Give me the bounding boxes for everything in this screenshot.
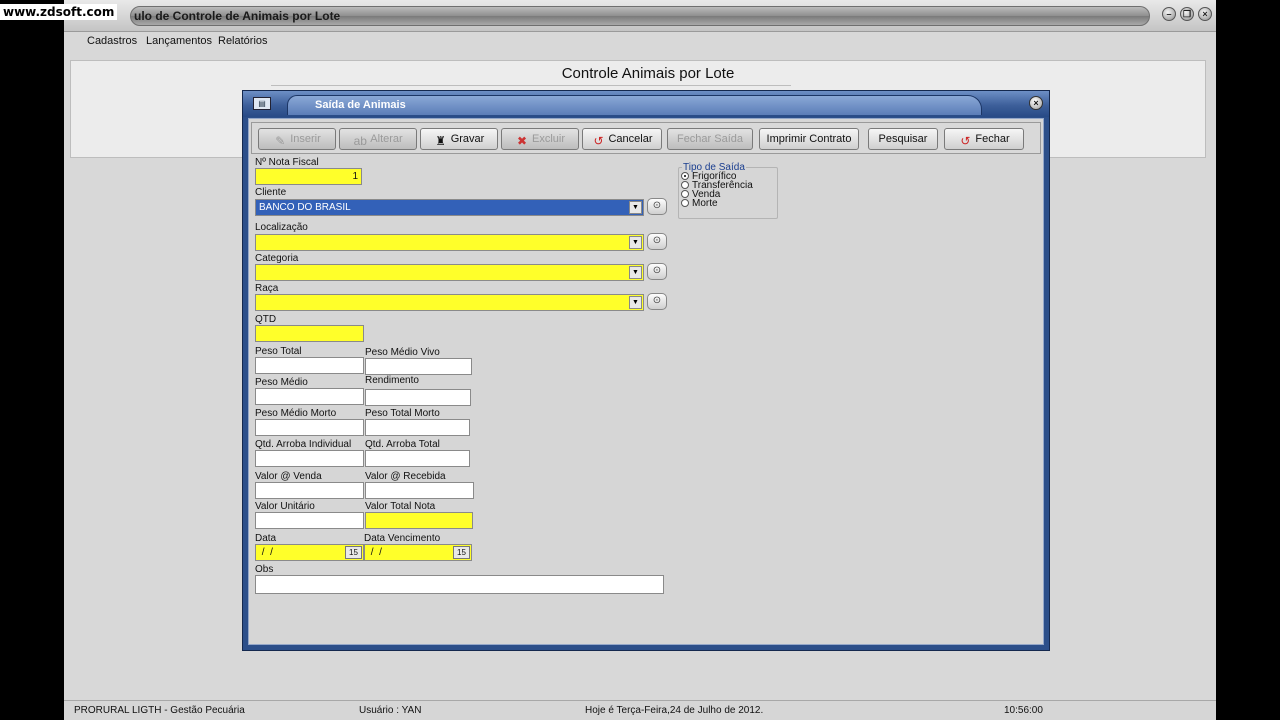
dialog-app-icon: ▤: [253, 97, 271, 110]
qtd-arroba-individual-input[interactable]: [255, 450, 364, 467]
watermark: www.zdsoft.com: [0, 4, 118, 20]
radio-dot: [681, 190, 689, 198]
obs-label: Obs: [255, 564, 274, 575]
peso-medio-input[interactable]: [255, 388, 364, 405]
localizacao-lookup-icon[interactable]: ⊙: [647, 233, 667, 250]
dialog-body: ✎ Inserir ab Alterar ♜ Gravar ✖ Excluir ↺ Can…: [248, 118, 1044, 645]
cancel-button[interactable]: ↺ Cancelar: [582, 128, 662, 150]
radio-morte[interactable]: Morte: [681, 198, 718, 209]
peso-total-morto-label: Peso Total Morto: [365, 408, 440, 419]
menu-lancamentos[interactable]: Lançamentos: [146, 35, 212, 47]
saida-animais-dialog: ▤ Saída de Animais × ✎ Inserir ab Alterar …: [242, 90, 1050, 651]
delete-icon: ✖: [516, 134, 528, 148]
qtd-input[interactable]: [255, 325, 364, 342]
peso-medio-vivo-input[interactable]: [365, 358, 472, 375]
menu-cadastros[interactable]: Cadastros: [87, 35, 137, 47]
print-contract-button[interactable]: Imprimir Contrato: [759, 128, 859, 150]
fechar-button[interactable]: ↺ Fechar: [944, 128, 1024, 150]
raca-label: Raça: [255, 283, 279, 294]
dialog-close-icon[interactable]: ×: [1029, 96, 1043, 110]
status-time: 10:56:00: [1004, 705, 1043, 716]
qtd-arroba-total-label: Qtd. Arroba Total: [365, 439, 440, 450]
valor-total-nota-label: Valor Total Nota: [365, 501, 436, 512]
nota-fiscal-input[interactable]: 1: [255, 168, 362, 185]
qtd-label: QTD: [255, 314, 277, 325]
status-bar: PRORURAL LIGTH - Gestão Pecuária Usuário…: [64, 700, 1216, 720]
save-button[interactable]: ♜ Gravar: [420, 128, 498, 150]
qtd-arroba-total-input[interactable]: [365, 450, 470, 467]
calendar-icon[interactable]: 15: [345, 546, 362, 559]
menubar: Cadastros Lançamentos Relatórios: [64, 32, 1216, 52]
peso-medio-morto-input[interactable]: [255, 419, 364, 436]
categoria-lookup-icon[interactable]: ⊙: [647, 263, 667, 280]
dialog-header: ▤ Saída de Animais ×: [243, 91, 1049, 117]
chevron-down-icon[interactable]: ▼: [629, 266, 642, 279]
categoria-label: Categoria: [255, 253, 299, 264]
chevron-down-icon[interactable]: ▼: [629, 236, 642, 249]
cliente-lookup-icon[interactable]: ⊙: [647, 198, 667, 215]
rendimento-label: Rendimento: [365, 375, 419, 386]
delete-button[interactable]: ✖ Excluir: [501, 128, 579, 150]
dialog-title: Saída de Animais: [315, 99, 406, 111]
insert-icon: ✎: [275, 134, 286, 148]
menu-relatorios[interactable]: Relatórios: [218, 35, 268, 47]
raca-lookup-icon[interactable]: ⊙: [647, 293, 667, 310]
radio-dot: [681, 172, 689, 180]
data-label: Data: [255, 533, 277, 544]
cliente-value: BANCO DO BRASIL: [259, 202, 351, 213]
status-date: Hoje é Terça-Feira,24 de Julho de 2012.: [585, 705, 764, 716]
window-titlebar: ulo de Controle de Animais por Lote – ❐ …: [64, 0, 1216, 32]
data-vencimento-label: Data Vencimento: [364, 533, 441, 544]
peso-total-label: Peso Total: [255, 346, 302, 357]
peso-total-input[interactable]: [255, 357, 364, 374]
valor-venda-input[interactable]: [255, 482, 364, 499]
radio-dot: [681, 181, 689, 189]
calendar-icon[interactable]: 15: [453, 546, 470, 559]
localizacao-label: Localização: [255, 222, 308, 233]
insert-button[interactable]: ✎ Inserir: [258, 128, 336, 150]
cancel-icon: ↺: [593, 134, 604, 148]
valor-venda-label: Valor @ Venda: [255, 471, 322, 482]
dialog-toolbar: ✎ Inserir ab Alterar ♜ Gravar ✖ Excluir ↺ Can…: [251, 122, 1041, 154]
valor-total-nota-input[interactable]: [365, 512, 473, 529]
peso-medio-vivo-label: Peso Médio Vivo: [365, 347, 440, 358]
localizacao-select[interactable]: ▼: [255, 234, 644, 251]
rendimento-input[interactable]: [365, 389, 471, 406]
valor-unitario-input[interactable]: [255, 512, 364, 529]
data-vencimento-input[interactable]: / /15: [364, 544, 472, 561]
cliente-label: Cliente: [255, 187, 287, 198]
chevron-down-icon[interactable]: ▼: [629, 296, 642, 309]
minimize-icon[interactable]: –: [1162, 7, 1176, 21]
peso-medio-morto-label: Peso Médio Morto: [255, 408, 337, 419]
edit-button[interactable]: ab Alterar: [339, 128, 417, 150]
search-button[interactable]: Pesquisar: [868, 128, 938, 150]
chevron-down-icon[interactable]: ▼: [629, 201, 642, 214]
cliente-select[interactable]: BANCO DO BRASIL ▼: [255, 199, 644, 216]
close-icon: ↺: [960, 134, 971, 148]
raca-select[interactable]: ▼: [255, 294, 644, 311]
obs-input[interactable]: [255, 575, 664, 594]
close-exit-button[interactable]: Fechar Saída: [667, 128, 753, 150]
window-title: ulo de Controle de Animais por Lote: [134, 9, 341, 23]
edit-icon: ab: [353, 134, 367, 148]
data-input[interactable]: / /15: [255, 544, 364, 561]
page-title: Controle Animais por Lote: [561, 65, 735, 82]
close-icon[interactable]: ×: [1198, 7, 1212, 21]
valor-recebida-label: Valor @ Recebida: [365, 471, 446, 482]
status-user: Usuário : YAN: [359, 705, 422, 716]
categoria-select[interactable]: ▼: [255, 264, 644, 281]
peso-medio-label: Peso Médio: [255, 377, 308, 388]
valor-unitario-label: Valor Unitário: [255, 501, 315, 512]
peso-total-morto-input[interactable]: [365, 419, 470, 436]
nota-fiscal-label: Nº Nota Fiscal: [255, 157, 319, 168]
radio-dot: [681, 199, 689, 207]
status-app: PRORURAL LIGTH - Gestão Pecuária: [74, 705, 245, 716]
qtd-arroba-individual-label: Qtd. Arroba Individual: [255, 439, 352, 450]
save-icon: ♜: [435, 134, 447, 148]
restore-icon[interactable]: ❐: [1180, 7, 1194, 21]
valor-recebida-input[interactable]: [365, 482, 474, 499]
